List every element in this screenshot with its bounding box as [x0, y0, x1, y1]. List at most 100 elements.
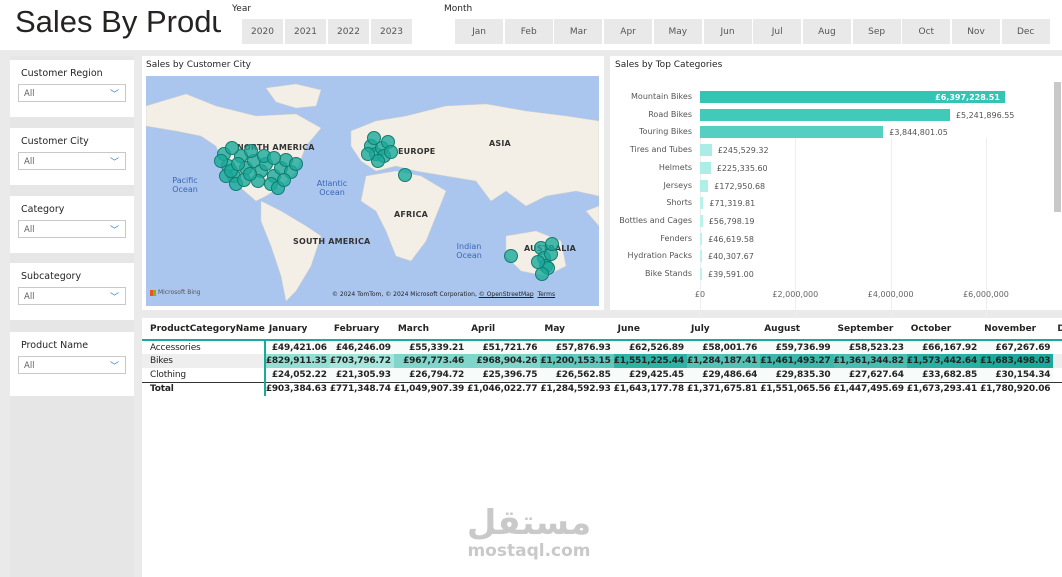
- bing-logo-text: Microsoft Bing: [158, 289, 201, 296]
- city-bubble[interactable]: [545, 237, 559, 251]
- row-header: Total: [142, 381, 266, 396]
- table-row-total: Total £903,384.63 £771,348.74 £1,049,907.39…: [142, 381, 1062, 396]
- city-bubble[interactable]: [504, 249, 518, 263]
- column-header-may[interactable]: May: [540, 318, 614, 341]
- month-button-aug[interactable]: Aug: [802, 19, 851, 44]
- bar-bike-stands[interactable]: [700, 268, 702, 280]
- chevron-down-icon: ﹀: [109, 158, 119, 168]
- city-bubble[interactable]: [398, 168, 412, 182]
- month-slicer-label: Month: [444, 4, 473, 14]
- bar-hydration-packs[interactable]: [700, 250, 702, 263]
- column-header-july[interactable]: July: [686, 318, 761, 341]
- bar-fenders[interactable]: [700, 232, 703, 245]
- column-header-november[interactable]: November: [980, 318, 1054, 341]
- bar-value-label: £46,619.58: [708, 234, 755, 244]
- month-button-oct[interactable]: Oct: [902, 19, 951, 44]
- month-button-may[interactable]: May: [653, 19, 702, 44]
- month-button-nov[interactable]: Nov: [952, 19, 1000, 44]
- year-button-2020[interactable]: 2020: [242, 19, 283, 44]
- column-header-january[interactable]: January: [264, 318, 330, 341]
- table-cell: £26,562.85: [540, 368, 614, 382]
- column-header-october[interactable]: October: [906, 318, 981, 341]
- year-button-2023[interactable]: 2023: [371, 19, 412, 44]
- bar-tires-and-tubes[interactable]: [700, 144, 712, 157]
- city-bubble[interactable]: [231, 157, 245, 171]
- city-bubble[interactable]: [289, 157, 303, 171]
- table-cell: £55,339.21: [393, 340, 468, 354]
- table-cell: £59,736.99: [760, 340, 834, 354]
- month-button-jun[interactable]: Jun: [703, 19, 752, 44]
- category-label: Road Bikes: [648, 109, 692, 119]
- watermark: مستقل mostaql.com: [464, 505, 594, 561]
- year-slicer-label: Year: [232, 4, 252, 14]
- month-button-feb[interactable]: Feb: [504, 19, 553, 44]
- bar-value-label: £39,591.00: [708, 270, 754, 279]
- openstreetmap-link[interactable]: © OpenStreetMap: [479, 291, 534, 298]
- column-header-june[interactable]: June: [613, 318, 687, 341]
- terms-link[interactable]: Terms: [537, 291, 555, 298]
- table-cell: £1,284,592.93: [540, 381, 614, 396]
- table-cell: £771,348.74: [329, 381, 394, 396]
- month-button-mar[interactable]: Mar: [554, 19, 603, 44]
- dropdown-value: All: [24, 361, 35, 371]
- month-button-apr[interactable]: Apr: [604, 19, 653, 44]
- chart-scrollbar[interactable]: [1054, 82, 1061, 212]
- city-bubble[interactable]: [244, 144, 258, 158]
- month-button-jan[interactable]: Jan: [455, 19, 503, 44]
- bar-road-bikes[interactable]: [700, 108, 950, 121]
- city-bubble[interactable]: [243, 167, 257, 181]
- table-cell: £51,721.76: [467, 340, 541, 354]
- column-header-september[interactable]: September: [833, 318, 907, 341]
- city-bubble[interactable]: [225, 141, 239, 155]
- year-button-2022[interactable]: 2022: [328, 19, 369, 44]
- table-cell: £1,683,498.03: [980, 354, 1054, 368]
- city-bubble[interactable]: [267, 151, 281, 165]
- city-bubble[interactable]: [367, 131, 381, 145]
- customer-city-map[interactable]: NORTH AMERICA EUROPE ASIA AFRICA SOUTH A…: [146, 76, 599, 306]
- bar-jerseys[interactable]: [700, 179, 709, 192]
- column-header-august[interactable]: August: [760, 318, 834, 341]
- city-bubble[interactable]: [384, 145, 398, 159]
- filter-dropdown[interactable]: All ﹀: [18, 152, 126, 170]
- filter-dropdown[interactable]: All ﹀: [18, 220, 126, 238]
- table-cell: £1,284,187.41: [686, 354, 761, 368]
- table-cell: £58,001.76: [686, 340, 761, 354]
- column-header-april[interactable]: April: [467, 318, 541, 341]
- filter-dropdown[interactable]: All ﹀: [18, 84, 126, 102]
- table-cell: £1,780,920.06: [980, 381, 1054, 396]
- dropdown-value: All: [24, 225, 35, 235]
- month-button-dec[interactable]: Dec: [1001, 19, 1050, 44]
- table-cell: £66,167.92: [906, 340, 981, 354]
- table-cell: £29,486.64: [686, 368, 761, 382]
- page-title: Sales By Product: [15, 4, 221, 39]
- city-bubble[interactable]: [535, 267, 549, 281]
- x-tick-label: £0: [694, 290, 706, 299]
- chevron-down-icon: ﹀: [109, 226, 119, 236]
- column-header-march[interactable]: March: [393, 318, 468, 341]
- column-header-december[interactable]: December: [1053, 318, 1062, 341]
- month-button-jul[interactable]: Jul: [753, 19, 802, 44]
- column-header-february[interactable]: February: [329, 318, 394, 341]
- city-bubble[interactable]: [531, 255, 545, 269]
- bar-value-label: £6,397,228.51: [935, 93, 1000, 102]
- filter-dropdown[interactable]: All ﹀: [18, 287, 126, 305]
- filter-dropdown[interactable]: All ﹀: [18, 356, 126, 374]
- header-bar: Sales By Product Year Month 202020212022…: [0, 0, 1062, 50]
- bar-bottles-and-cages[interactable]: [700, 214, 703, 227]
- category-label: Shorts: [666, 198, 692, 208]
- bar-touring-bikes[interactable]: [700, 126, 884, 139]
- table-cell: £49,421.06: [264, 340, 330, 354]
- column-header-category[interactable]: ProductCategoryName: [142, 318, 265, 341]
- filter-customer-city: Customer City All ﹀: [10, 128, 134, 185]
- bar-shorts[interactable]: [700, 197, 704, 210]
- bar-helmets[interactable]: [700, 161, 711, 174]
- category-label: Mountain Bikes: [631, 92, 692, 101]
- table-row-bikes: Bikes £829,911.35 £703,796.72 £967,773.46 £9…: [142, 354, 1062, 368]
- year-button-2021[interactable]: 2021: [285, 19, 326, 44]
- table-cell: £24,052.22: [264, 368, 330, 382]
- table-cell: £1,551,225.44: [613, 354, 687, 368]
- month-button-sep[interactable]: Sep: [852, 19, 901, 44]
- filter-subcategory: Subcategory All ﹀: [10, 263, 134, 320]
- city-bubble[interactable]: [277, 173, 291, 187]
- city-bubble[interactable]: [361, 147, 375, 161]
